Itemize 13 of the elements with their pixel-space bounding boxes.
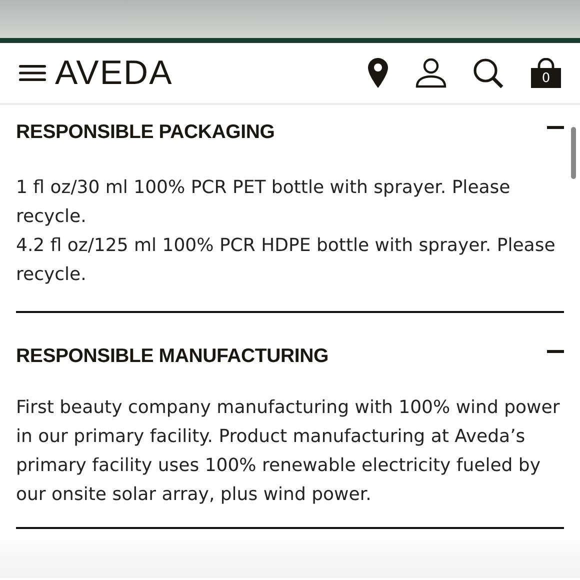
menu-icon[interactable]	[18, 63, 47, 83]
section-title[interactable]: RESPONSIBLE PACKAGING	[16, 118, 275, 148]
minus-icon[interactable]	[547, 126, 564, 128]
scrollbar-thumb[interactable]	[571, 127, 576, 179]
paragraph: First beauty company manufacturing with 100% wind power in our primary facility. Product manufacturing at Aveda’s primary facility uses 100% renewable electricity fueled by our onsite solar array, plus wind power.	[16, 396, 561, 507]
minus-icon[interactable]	[547, 350, 564, 352]
paragraph: 4.2 fl oz/125 ml 100% PCR HDPE bottle with sprayer. Please recycle.	[16, 234, 556, 287]
location-pin-icon[interactable]	[367, 57, 389, 89]
paragraph: 1 fl oz/30 ml 100% PCR PET bottle with sprayer. Please recycle.	[16, 176, 512, 229]
logo[interactable]: AVEDA	[55, 56, 173, 90]
user-icon[interactable]	[415, 58, 447, 88]
search-icon[interactable]	[473, 58, 504, 88]
section-title[interactable]: RESPONSIBLE MANUFACTURING	[16, 342, 328, 372]
